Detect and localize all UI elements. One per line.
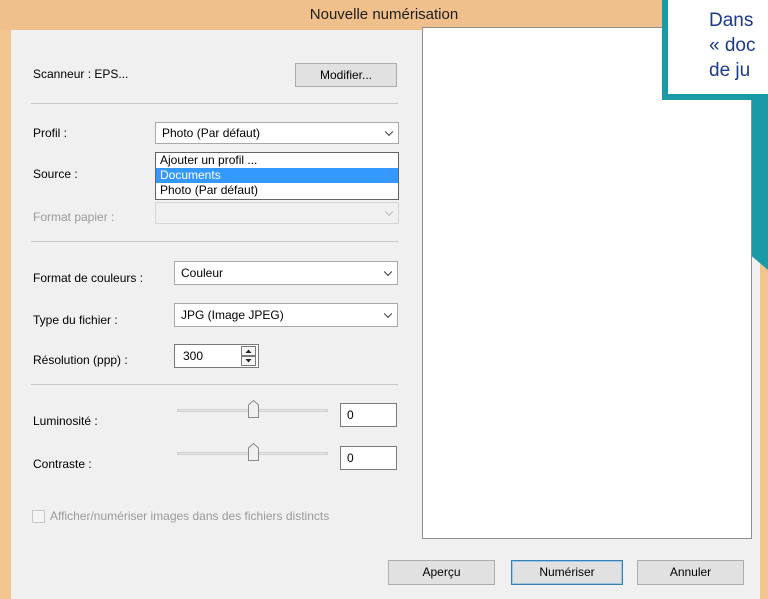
- profile-option-photo[interactable]: Photo (Par défaut): [156, 183, 398, 198]
- profile-dropdown-list: Ajouter un profil ... Documents Photo (P…: [155, 152, 399, 200]
- divider: [31, 241, 398, 242]
- chevron-down-icon: [384, 127, 394, 137]
- resolution-value: 300: [183, 349, 204, 363]
- annotation-callout-tail: [752, 100, 768, 270]
- paper-format-select[interactable]: [155, 202, 399, 224]
- file-type-label: Type du fichier :: [33, 313, 118, 327]
- resolution-down-button[interactable]: [241, 356, 256, 366]
- file-type-select[interactable]: JPG (Image JPEG): [174, 303, 398, 327]
- profile-option-documents[interactable]: Documents: [156, 168, 398, 183]
- modify-scanner-button[interactable]: Modifier...: [295, 63, 397, 87]
- color-format-label: Format de couleurs :: [33, 271, 144, 285]
- resolution-label: Résolution (ppp) :: [33, 353, 128, 367]
- contrast-slider-thumb[interactable]: [248, 443, 259, 461]
- resolution-stepper[interactable]: 300: [174, 344, 259, 368]
- paper-format-label: Format papier :: [33, 210, 115, 224]
- divider: [31, 103, 398, 104]
- chevron-down-icon: [384, 207, 394, 217]
- arrow-down-icon: [245, 359, 252, 363]
- cancel-button[interactable]: Annuler: [637, 560, 744, 585]
- preview-button[interactable]: Aperçu: [388, 560, 495, 585]
- scan-button[interactable]: Numériser: [511, 560, 623, 585]
- preview-pane: [422, 27, 752, 539]
- annotation-callout-text: Dans « doc de ju: [709, 10, 756, 81]
- profile-select-value: Photo (Par défaut): [162, 126, 261, 140]
- profile-option-add[interactable]: Ajouter un profil ...: [156, 153, 398, 168]
- separate-files-label: Afficher/numériser images dans des fichi…: [50, 509, 330, 523]
- color-format-value: Couleur: [181, 266, 224, 280]
- separate-files-checkbox[interactable]: [32, 510, 45, 523]
- color-format-select[interactable]: Couleur: [174, 261, 398, 285]
- brightness-slider-thumb[interactable]: [248, 400, 259, 418]
- window-title: Nouvelle numérisation: [309, 6, 459, 23]
- brightness-input[interactable]: 0: [340, 403, 397, 427]
- arrow-up-icon: [245, 349, 252, 353]
- chevron-down-icon: [383, 309, 393, 319]
- scanner-label: Scanneur : EPS...: [33, 67, 129, 81]
- resolution-up-button[interactable]: [241, 346, 256, 356]
- brightness-label: Luminosité :: [33, 414, 98, 428]
- contrast-input[interactable]: 0: [340, 446, 397, 470]
- contrast-value: 0: [347, 451, 354, 465]
- brightness-value: 0: [347, 408, 354, 422]
- profile-label: Profil :: [33, 126, 68, 140]
- source-label: Source :: [33, 167, 78, 181]
- contrast-label: Contraste :: [33, 457, 92, 471]
- file-type-value: JPG (Image JPEG): [181, 308, 284, 322]
- profile-select[interactable]: Photo (Par défaut): [155, 122, 399, 144]
- divider: [31, 384, 398, 385]
- chevron-down-icon: [383, 267, 393, 277]
